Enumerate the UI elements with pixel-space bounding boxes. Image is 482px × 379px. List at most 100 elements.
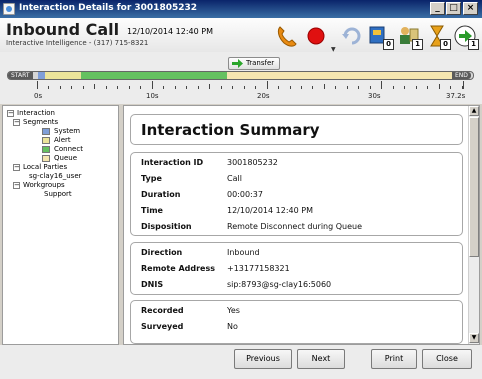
scroll-thumb[interactable] (469, 117, 479, 257)
transfer-icon[interactable]: 0 (367, 23, 394, 50)
summary-section-recording: Recorded Yes Surveyed No (130, 300, 463, 344)
tree-segments[interactable]: Segments (23, 118, 58, 127)
tree-segment-alert[interactable]: Alert (54, 136, 71, 145)
row-key: Time (141, 206, 163, 215)
segment-alert[interactable] (45, 72, 81, 79)
scroll-down-icon[interactable]: ▼ (469, 333, 479, 343)
timeline-tick (278, 86, 279, 89)
transfer-count: 0 (383, 39, 394, 50)
timeline-ticks (37, 81, 464, 89)
timeline-tick (463, 81, 464, 89)
timeline-tick (175, 86, 176, 89)
row-key: Recorded (141, 306, 184, 315)
timeline-track[interactable] (7, 71, 474, 80)
timeline-tick (117, 86, 118, 89)
timeline-tick (370, 86, 371, 89)
timeline-tick (37, 81, 38, 89)
previous-button[interactable]: Previous (234, 349, 292, 369)
title-bar: Interaction Details for 3001805232 _ □ × (0, 0, 482, 18)
timeline-tick (427, 86, 428, 89)
timeline-tick (267, 81, 268, 89)
timeline-tick (335, 86, 336, 89)
record-icon[interactable] (303, 23, 329, 49)
maximize-button[interactable]: □ (446, 2, 461, 15)
collapse-toggle[interactable]: − (7, 110, 14, 117)
timeline-tick (94, 84, 95, 89)
system-swatch (42, 128, 50, 135)
next-arrow-icon[interactable]: 1 (452, 23, 479, 50)
timeline-tick (152, 81, 153, 89)
row-value: +13177158321 (227, 264, 290, 273)
summary-section-routing: Direction Inbound Remote Address +13177158… (130, 242, 463, 295)
consult-count: 1 (412, 39, 423, 50)
timeline-tick (140, 86, 141, 89)
refresh-icon[interactable] (339, 23, 365, 49)
tree-interaction[interactable]: Interaction (17, 109, 55, 118)
timeline-tick (404, 86, 405, 89)
footer-bar: Previous Next Print Close (0, 345, 482, 379)
timeline-tick (312, 86, 313, 89)
timeline-end: END (452, 72, 471, 79)
close-window-button[interactable]: × (463, 2, 478, 15)
minimize-button[interactable]: _ (430, 2, 445, 15)
summary-panel: Interaction Summary Interaction ID 300180… (123, 105, 480, 345)
tree-local-user[interactable]: sg-clay16_user (29, 172, 82, 181)
row-value: No (227, 322, 238, 331)
timeline-tick (255, 86, 256, 89)
window-title: Interaction Details for 3001805232 (19, 3, 198, 13)
row-value: sip:8793@sg-clay16:5060 (227, 280, 332, 289)
scroll-up-icon[interactable]: ▲ (469, 106, 479, 116)
timeline-tick (163, 86, 164, 89)
hourglass-icon[interactable]: 0 (424, 23, 451, 50)
interaction-tree: − Interaction − Segments System Alert Co… (2, 105, 119, 345)
row-value: Yes (227, 306, 240, 315)
timeline-tick (71, 86, 72, 89)
timeline: Transfer START END 0s 10s 20s 30s 37.2s (0, 52, 482, 104)
collapse-toggle[interactable]: − (13, 182, 20, 189)
close-button[interactable]: Close (422, 349, 472, 369)
row-key: Interaction ID (141, 158, 204, 167)
segment-connect[interactable] (81, 72, 227, 79)
timeline-tick (439, 84, 440, 89)
connect-swatch (42, 146, 50, 153)
timeline-tick (48, 86, 49, 89)
timeline-tick (186, 86, 187, 89)
row-value: Inbound (227, 248, 260, 257)
tree-local-parties[interactable]: Local Parties (23, 163, 67, 172)
row-key: Direction (141, 248, 183, 257)
timeline-start: START (8, 72, 33, 79)
queue-swatch (42, 155, 50, 162)
timeline-tick (347, 86, 348, 89)
row-key: Type (141, 174, 162, 183)
timeline-tick (129, 86, 130, 89)
timeline-tick (290, 86, 291, 89)
row-value: Call (227, 174, 242, 183)
hold-count: 0 (440, 39, 451, 50)
tick-label-0: 0s (34, 92, 43, 100)
row-value: 3001805232 (227, 158, 278, 167)
tree-segment-connect[interactable]: Connect (54, 145, 83, 154)
vertical-scrollbar[interactable]: ▲ ▼ (468, 106, 479, 344)
tree-segment-system[interactable]: System (54, 127, 80, 136)
tick-label-20: 20s (257, 92, 270, 100)
transfer-marker-button[interactable]: Transfer (228, 57, 281, 70)
consult-icon[interactable]: 1 (396, 23, 423, 50)
segment-queue[interactable] (227, 72, 452, 79)
tree-workgroups[interactable]: Workgroups (23, 181, 65, 190)
phone-icon[interactable] (274, 23, 300, 49)
timeline-tick (393, 86, 394, 89)
transfer-marker-label: Transfer (246, 59, 275, 67)
timeline-tick (209, 84, 210, 89)
tree-workgroup-support[interactable]: Support (44, 190, 72, 199)
tree-segment-queue[interactable]: Queue (54, 154, 77, 163)
segment-system[interactable] (38, 72, 45, 79)
collapse-toggle[interactable]: − (13, 119, 20, 126)
collapse-toggle[interactable]: − (13, 164, 20, 171)
timeline-tick (416, 86, 417, 89)
print-button[interactable]: Print (371, 349, 417, 369)
summary-section-general: Interaction ID 3001805232 Type Call Durati… (130, 152, 463, 236)
timeline-tick (60, 86, 61, 89)
next-button[interactable]: Next (297, 349, 345, 369)
timeline-tick (324, 84, 325, 89)
summary-title-card: Interaction Summary (130, 114, 463, 145)
